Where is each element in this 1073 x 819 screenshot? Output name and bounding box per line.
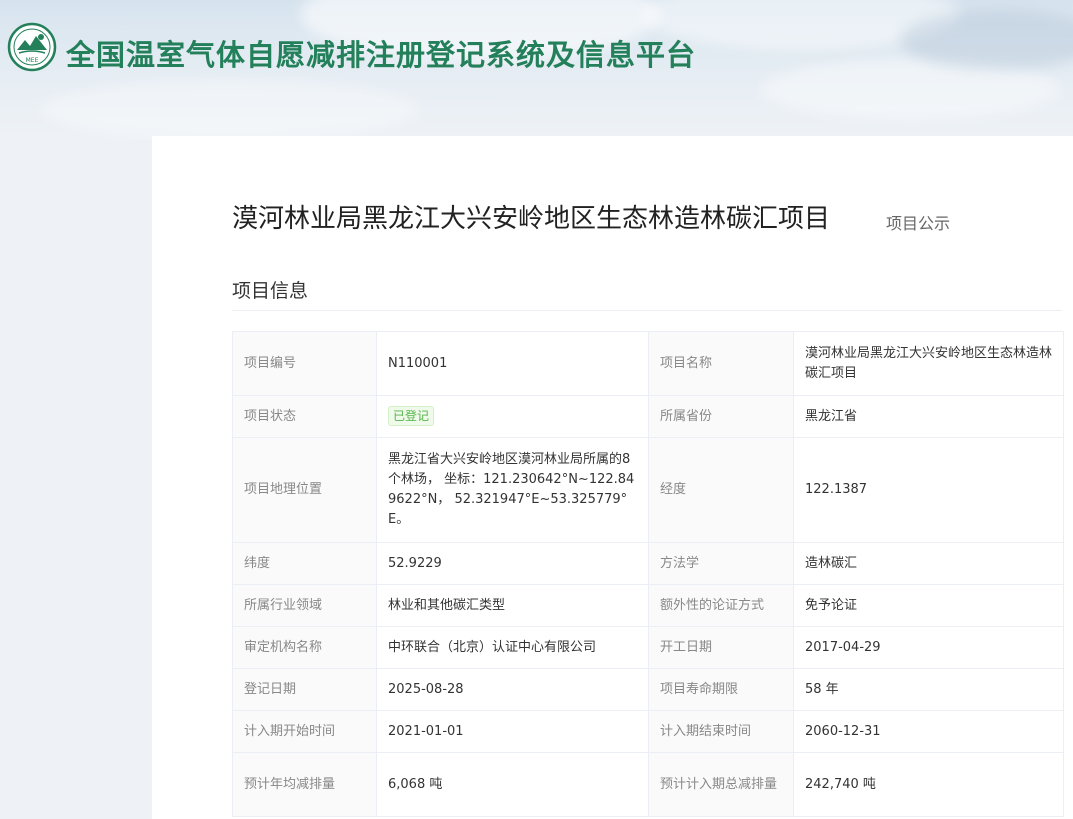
site-title[interactable]: 全国温室气体自愿减排注册登记系统及信息平台	[66, 32, 696, 74]
field-label: 预计计入期总减排量	[648, 752, 794, 817]
field-label: 预计年均减排量	[232, 752, 377, 817]
field-label: 登记日期	[232, 668, 377, 711]
field-value: 58 年	[793, 668, 1064, 711]
field-label: 额外性的论证方式	[648, 584, 794, 627]
field-value: 林业和其他碳汇类型	[376, 584, 649, 627]
field-label: 项目寿命期限	[648, 668, 794, 711]
table-row: 纬度 52.9229 方法学 造林碳汇	[232, 542, 1064, 585]
project-info-table: 项目编号 N110001 项目名称 漠河林业局黑龙江大兴安岭地区生态林造林碳汇项…	[232, 331, 1064, 817]
page-subtitle: 项目公示	[886, 214, 951, 233]
logo-text: MEE	[26, 57, 39, 64]
field-label: 计入期结束时间	[648, 710, 794, 753]
field-label: 经度	[648, 437, 794, 543]
field-label: 方法学	[648, 542, 794, 585]
field-label: 开工日期	[648, 626, 794, 669]
table-row: 所属行业领域 林业和其他碳汇类型 额外性的论证方式 免予论证	[232, 584, 1064, 627]
field-value: 52.9229	[376, 542, 649, 585]
left-sidebar	[0, 140, 152, 819]
table-row: 预计年均减排量 6,068 吨 预计计入期总减排量 242,740 吨	[232, 752, 1064, 817]
field-label: 项目名称	[648, 331, 794, 396]
field-value: 黑龙江省	[793, 395, 1064, 438]
field-value: 2060-12-31	[793, 710, 1064, 753]
field-label: 项目地理位置	[232, 437, 377, 543]
field-label: 项目编号	[232, 331, 377, 396]
field-label: 所属省份	[648, 395, 794, 438]
table-row: 计入期开始时间 2021-01-01 计入期结束时间 2060-12-31	[232, 710, 1064, 753]
field-value: 2025-08-28	[376, 668, 649, 711]
field-label: 纬度	[232, 542, 377, 585]
table-row: 项目编号 N110001 项目名称 漠河林业局黑龙江大兴安岭地区生态林造林碳汇项…	[232, 331, 1064, 396]
field-value: 免予论证	[793, 584, 1064, 627]
section-divider	[232, 310, 1062, 311]
field-value: 已登记	[376, 395, 649, 438]
field-label: 审定机构名称	[232, 626, 377, 669]
field-label: 计入期开始时间	[232, 710, 377, 753]
field-value: 2021-01-01	[376, 710, 649, 753]
field-value: 中环联合（北京）认证中心有限公司	[376, 626, 649, 669]
status-badge: 已登记	[388, 406, 435, 426]
field-value: 漠河林业局黑龙江大兴安岭地区生态林造林碳汇项目	[793, 331, 1064, 396]
field-label: 所属行业领域	[232, 584, 377, 627]
table-row: 登记日期 2025-08-28 项目寿命期限 58 年	[232, 668, 1064, 711]
table-row: 审定机构名称 中环联合（北京）认证中心有限公司 开工日期 2017-04-29	[232, 626, 1064, 669]
section-title: 项目信息	[232, 280, 309, 302]
mee-logo-icon[interactable]: MEE	[7, 22, 57, 72]
field-value: 6,068 吨	[376, 752, 649, 817]
table-row: 项目地理位置 黑龙江省大兴安岭地区漠河林业局所属的8个林场， 坐标：121.23…	[232, 437, 1064, 543]
field-label: 项目状态	[232, 395, 377, 438]
page-title: 漠河林业局黑龙江大兴安岭地区生态林造林碳汇项目	[232, 204, 831, 234]
field-value: 2017-04-29	[793, 626, 1064, 669]
field-value: N110001	[376, 331, 649, 396]
header-banner: MEE 全国温室气体自愿减排注册登记系统及信息平台	[0, 0, 1073, 140]
field-value: 黑龙江省大兴安岭地区漠河林业局所属的8个林场， 坐标：121.230642°N~…	[376, 437, 649, 543]
field-value: 造林碳汇	[793, 542, 1064, 585]
field-value: 242,740 吨	[793, 752, 1064, 817]
field-value: 122.1387	[793, 437, 1064, 543]
table-row: 项目状态 已登记 所属省份 黑龙江省	[232, 395, 1064, 438]
